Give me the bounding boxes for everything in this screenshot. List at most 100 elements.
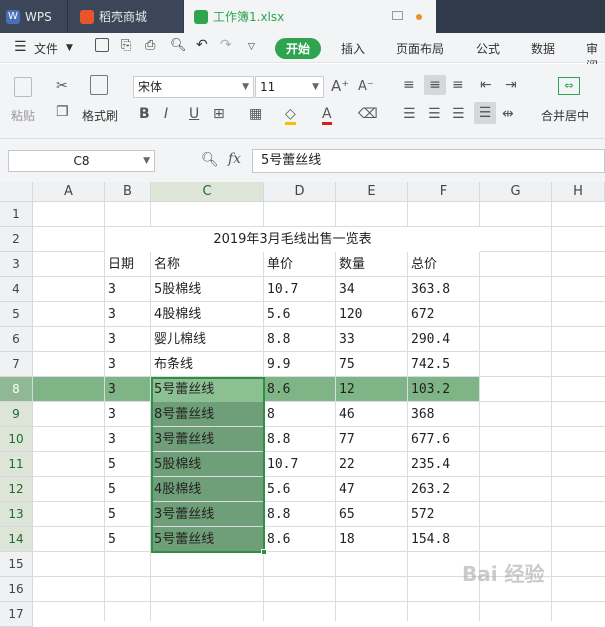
cell-qty[interactable]: 47 xyxy=(336,477,408,502)
font-name-select[interactable]: 宋体 ▼ xyxy=(133,76,254,98)
col-header-a[interactable]: A xyxy=(33,182,105,202)
cell-price[interactable]: 8.8 xyxy=(264,502,336,527)
copy-icon[interactable]: ❐ xyxy=(56,104,69,120)
header-cell-qty[interactable]: 数量 xyxy=(336,252,408,277)
cell-qty[interactable]: 22 xyxy=(336,452,408,477)
header-cell-total[interactable]: 总价 xyxy=(408,252,480,277)
cell-qty[interactable]: 18 xyxy=(336,527,408,552)
export-icon[interactable]: ⎘ xyxy=(121,38,131,53)
row-header-11[interactable]: 11 xyxy=(0,452,33,477)
cell-price[interactable]: 8.6 xyxy=(264,377,336,402)
tab-shop[interactable]: 稻壳商城 xyxy=(67,0,183,33)
row-header-5[interactable]: 5 xyxy=(0,302,33,327)
row-header-10[interactable]: 10 xyxy=(0,427,33,452)
cell-price[interactable]: 5.6 xyxy=(264,477,336,502)
merge-center-button[interactable]: 合并居中 xyxy=(541,107,589,124)
row-header-14[interactable]: 14 xyxy=(0,527,33,552)
col-header-d[interactable]: D xyxy=(264,182,336,202)
clear-format-icon[interactable]: ⌫ xyxy=(358,106,378,122)
cell-date[interactable]: 3 xyxy=(105,327,151,352)
menu-formula[interactable]: 公式 xyxy=(476,40,500,57)
cell-total[interactable]: 263.2 xyxy=(408,477,480,502)
cell-name[interactable]: 婴儿棉线 xyxy=(151,327,264,352)
row-header-7[interactable]: 7 xyxy=(0,352,33,377)
align-middle-icon[interactable]: ≡ xyxy=(424,75,446,95)
decrease-font-icon[interactable]: A⁻ xyxy=(358,79,374,95)
chevron-down-icon[interactable]: ▼ xyxy=(66,43,73,53)
cell-total[interactable]: 103.2 xyxy=(408,377,480,402)
col-header-f[interactable]: F xyxy=(408,182,480,202)
cell-name[interactable]: 布条线 xyxy=(151,352,264,377)
cell-price[interactable]: 5.6 xyxy=(264,302,336,327)
row-header-8[interactable]: 8 xyxy=(0,377,33,402)
hamburger-icon[interactable]: ☰ xyxy=(14,39,27,55)
cell-qty[interactable]: 65 xyxy=(336,502,408,527)
cell-total[interactable]: 154.8 xyxy=(408,527,480,552)
bold-icon[interactable]: B xyxy=(139,106,150,122)
align-center-icon[interactable]: ☰ xyxy=(428,106,441,122)
menu-insert[interactable]: 插入 xyxy=(341,40,365,57)
save-icon[interactable] xyxy=(95,38,109,52)
cell-price[interactable]: 8.8 xyxy=(264,327,336,352)
indent-increase-icon[interactable]: ⇥ xyxy=(505,77,517,93)
cell-date[interactable]: 3 xyxy=(105,277,151,302)
tab-workbook[interactable]: 工作簿1.xlsx xyxy=(184,0,436,33)
formula-input[interactable]: 5号蕾丝线 xyxy=(252,149,605,173)
cell-name[interactable]: 4股棉线 xyxy=(151,302,264,327)
merge-style-icon[interactable]: ▦ xyxy=(249,106,262,122)
cell-qty[interactable]: 46 xyxy=(336,402,408,427)
row-header-1[interactable]: 1 xyxy=(0,202,33,227)
cell-total[interactable]: 235.4 xyxy=(408,452,480,477)
cell-date[interactable]: 3 xyxy=(105,377,151,402)
col-header-h[interactable]: H xyxy=(552,182,605,202)
align-top-icon[interactable]: ≡ xyxy=(403,77,415,93)
align-right-icon[interactable]: ☰ xyxy=(452,106,465,122)
cell-date[interactable]: 5 xyxy=(105,527,151,552)
paste-button[interactable]: 粘贴 xyxy=(11,107,35,124)
col-header-g[interactable]: G xyxy=(480,182,552,202)
border-icon[interactable]: ⊞ xyxy=(213,106,225,122)
menu-start-tab[interactable]: 开始 xyxy=(275,38,321,59)
increase-font-icon[interactable]: A⁺ xyxy=(331,78,349,94)
cell-qty[interactable]: 75 xyxy=(336,352,408,377)
merge-center-icon[interactable]: ⇔ xyxy=(558,77,580,95)
cell-total[interactable]: 677.6 xyxy=(408,427,480,452)
cell-date[interactable]: 5 xyxy=(105,477,151,502)
justify-icon[interactable]: ☰ xyxy=(474,102,496,124)
row-header-4[interactable]: 4 xyxy=(0,277,33,302)
underline-icon[interactable]: U xyxy=(189,106,199,122)
print-icon[interactable]: ⎙ xyxy=(145,38,155,53)
row-header-2[interactable]: 2 xyxy=(0,227,33,252)
row-header-17[interactable]: 17 xyxy=(0,602,33,627)
spreadsheet-grid[interactable]: A B C D E F G H 1 2 3 4 5 6 7 8 9 10 11 … xyxy=(0,182,605,627)
cell-date[interactable]: 5 xyxy=(105,502,151,527)
cell-total[interactable]: 742.5 xyxy=(408,352,480,377)
cut-icon[interactable]: ✂ xyxy=(56,78,68,94)
zoom-icon[interactable]: 🔍︎ xyxy=(201,152,219,168)
header-cell-date[interactable]: 日期 xyxy=(105,252,151,277)
italic-icon[interactable]: I xyxy=(164,106,168,122)
indent-decrease-icon[interactable]: ⇤ xyxy=(480,77,492,93)
font-size-select[interactable]: 11 ▼ xyxy=(255,76,324,98)
distribute-icon[interactable]: ⇹ xyxy=(502,106,514,122)
format-painter-button[interactable]: 格式刷 xyxy=(82,107,118,124)
chevron-down-icon[interactable]: ▼ xyxy=(143,151,150,171)
cell-total[interactable]: 363.8 xyxy=(408,277,480,302)
cell-price[interactable]: 9.9 xyxy=(264,352,336,377)
fill-color-icon[interactable]: ◇ xyxy=(285,106,296,125)
cell-qty[interactable]: 77 xyxy=(336,427,408,452)
redo-icon[interactable]: ↷ xyxy=(220,37,232,53)
cell-price[interactable]: 10.7 xyxy=(264,452,336,477)
fill-handle[interactable] xyxy=(261,549,267,555)
cell-qty[interactable]: 12 xyxy=(336,377,408,402)
menu-page-layout[interactable]: 页面布局 xyxy=(396,40,444,57)
row-header-13[interactable]: 13 xyxy=(0,502,33,527)
header-cell-name[interactable]: 名称 xyxy=(151,252,264,277)
row-header-9[interactable]: 9 xyxy=(0,402,33,427)
tab-wps[interactable]: W WPS xyxy=(0,0,67,33)
undo-icon[interactable]: ↶ xyxy=(196,37,208,53)
row-header-15[interactable]: 15 xyxy=(0,552,33,577)
fx-icon[interactable]: fx xyxy=(228,151,241,167)
cell-qty[interactable]: 33 xyxy=(336,327,408,352)
row-header-3[interactable]: 3 xyxy=(0,252,33,277)
